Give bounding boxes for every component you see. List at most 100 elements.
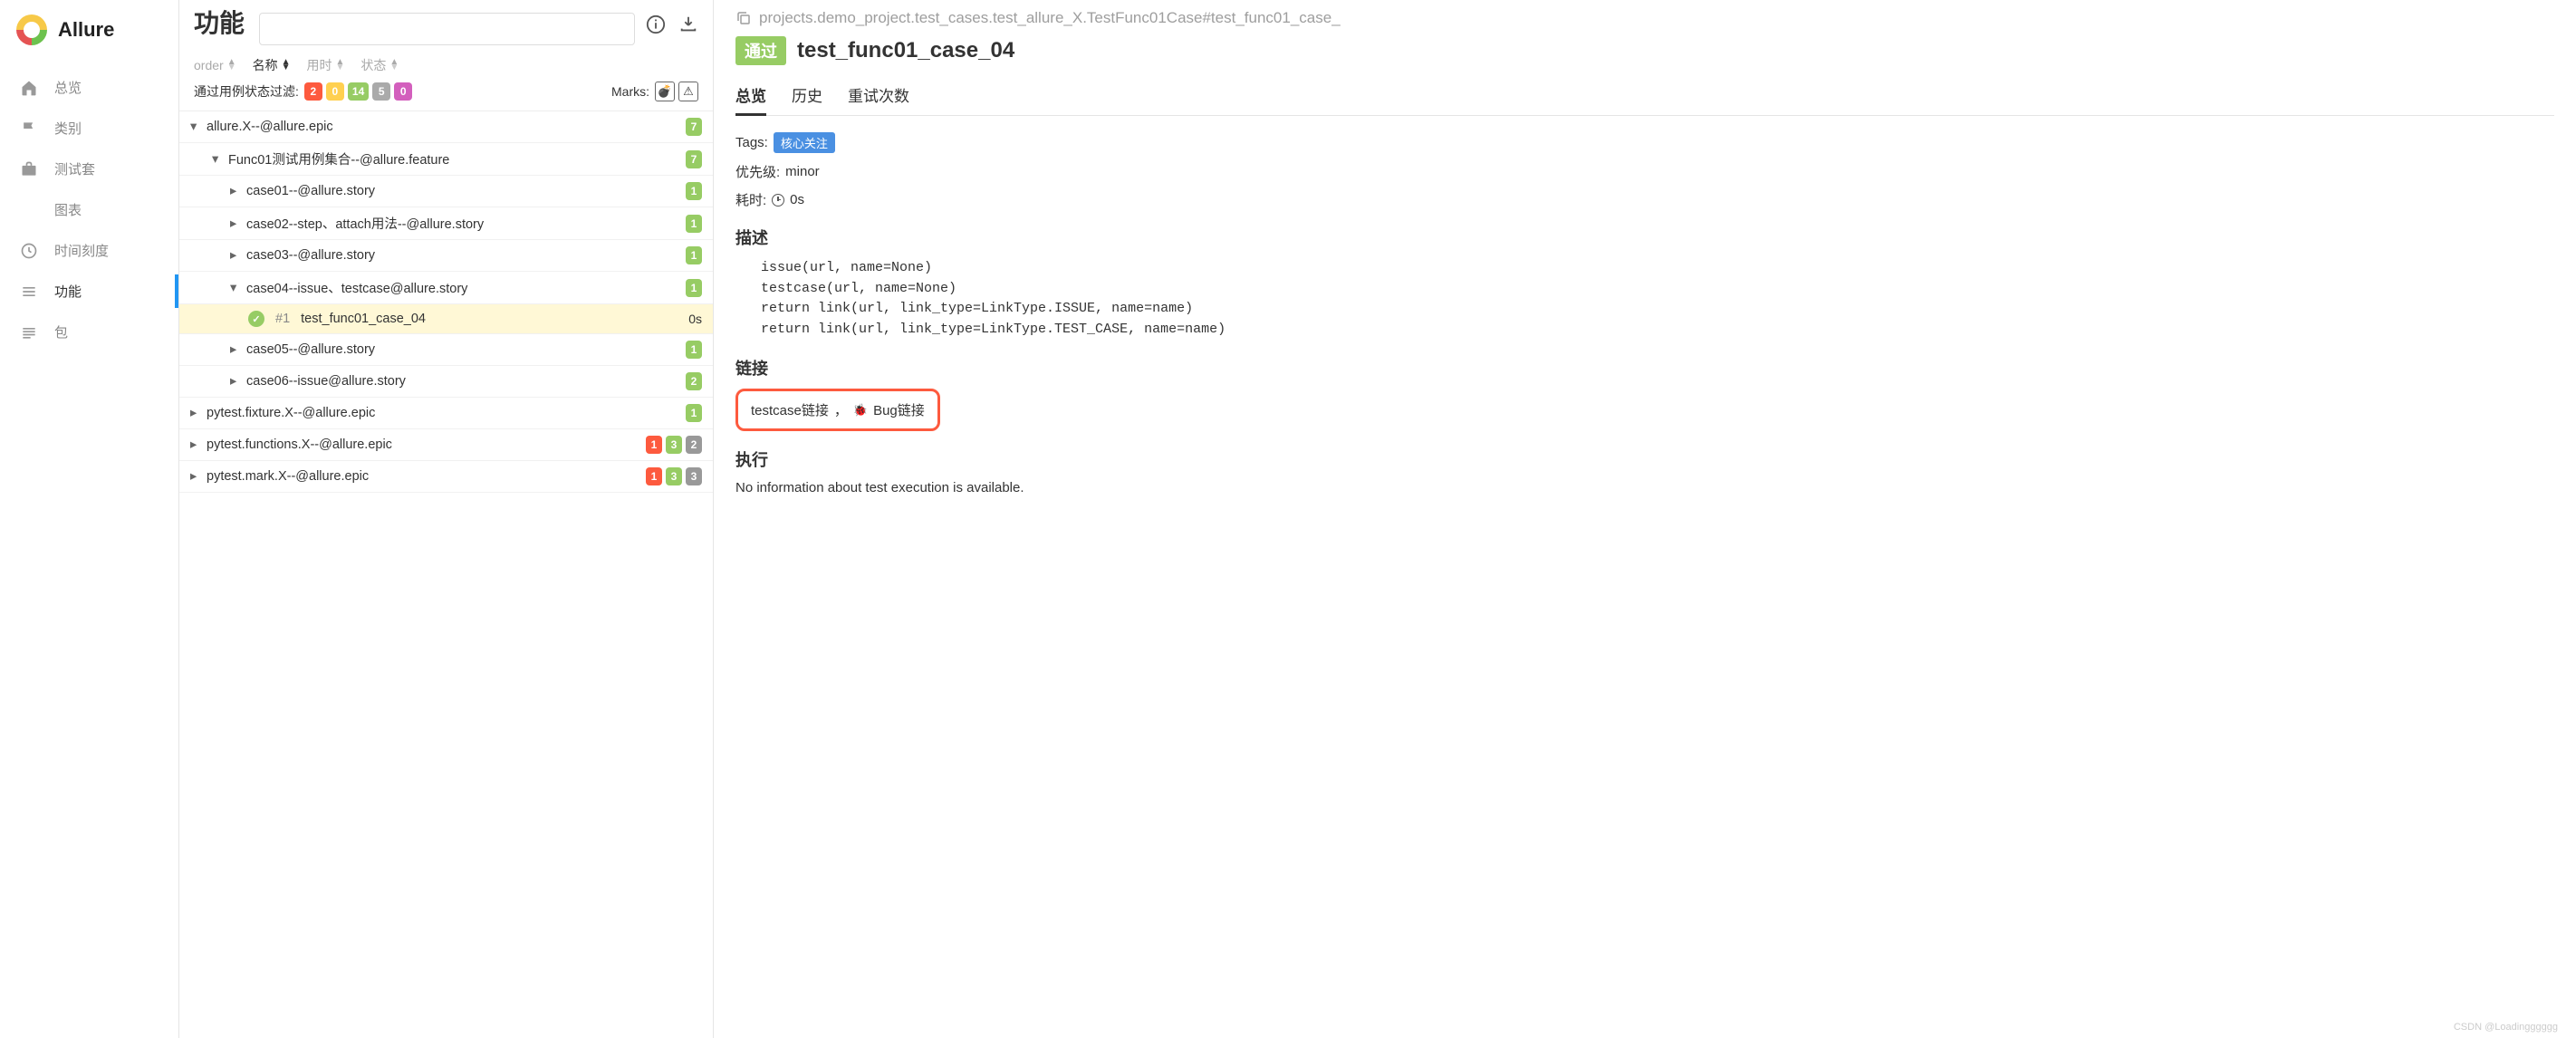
sidebar-item-briefcase[interactable]: 测试套 <box>0 149 178 189</box>
filter-badge[interactable]: 2 <box>304 82 322 101</box>
chevron-down-icon: ▾ <box>212 152 223 167</box>
copy-icon[interactable] <box>735 10 752 26</box>
tree-title: pytest.mark.X--@allure.epic <box>207 469 640 484</box>
filter-badge[interactable]: 5 <box>372 82 390 101</box>
tree-title: pytest.fixture.X--@allure.epic <box>207 406 680 420</box>
detail-tabs: 总览历史重试次数 <box>735 76 2554 116</box>
sidebar-item-label: 测试套 <box>54 159 95 178</box>
count-badge: 1 <box>646 467 662 485</box>
bug-link[interactable]: Bug链接 <box>873 400 925 419</box>
tree-node[interactable]: ▾ case04--issue、testcase@allure.story 1 <box>179 272 713 304</box>
chevron-right-icon: ▸ <box>230 374 241 389</box>
tree-node[interactable]: ▸case01--@allure.story1 <box>179 176 713 207</box>
count-badge: 1 <box>686 279 702 297</box>
count-badge: 1 <box>686 182 702 200</box>
description-code: issue(url, name=None) testcase(url, name… <box>735 258 2554 340</box>
chevron-right-icon: ▸ <box>190 406 201 420</box>
pass-icon <box>248 311 264 327</box>
sidebar: Allure 总览类别测试套图表时间刻度功能包 <box>0 0 179 1038</box>
tag-pill[interactable]: 核心关注 <box>774 132 835 153</box>
chevron-down-icon: ▾ <box>190 120 201 134</box>
sidebar-item-clock[interactable]: 时间刻度 <box>0 230 178 271</box>
count-badge: 3 <box>686 467 702 485</box>
chevron-right-icon: ▸ <box>230 248 241 263</box>
sort-arrows-icon: ▲▼ <box>389 60 399 71</box>
testcase-link[interactable]: testcase链接 <box>751 400 829 419</box>
filter-badge[interactable]: 14 <box>348 82 369 101</box>
tree-title: case06--issue@allure.story <box>246 374 680 389</box>
link-separator: ， <box>834 400 848 419</box>
tree-node[interactable]: ▸pytest.fixture.X--@allure.epic1 <box>179 398 713 429</box>
tree-title: case05--@allure.story <box>246 342 680 357</box>
search-input[interactable] <box>259 13 635 45</box>
logo-row: Allure <box>0 0 178 67</box>
sort-col-名称[interactable]: 名称▲▼ <box>253 56 291 74</box>
filter-badge[interactable]: 0 <box>394 82 412 101</box>
sidebar-item-stack[interactable]: 包 <box>0 312 178 352</box>
tree-node[interactable]: ▸ case03--@allure.story 1 <box>179 240 713 272</box>
chevron-right-icon: ▸ <box>190 437 201 452</box>
chart-icon <box>20 201 38 219</box>
tab-1[interactable]: 历史 <box>792 76 822 115</box>
duration: 0s <box>688 312 702 326</box>
tags-label: Tags: <box>735 135 768 150</box>
count-badge: 1 <box>686 246 702 264</box>
page-title: 功能 <box>194 9 248 38</box>
sidebar-item-home[interactable]: 总览 <box>0 67 178 108</box>
tree-node[interactable]: ▸pytest.mark.X--@allure.epic133 <box>179 461 713 493</box>
chevron-right-icon: ▸ <box>190 469 201 484</box>
tree-node[interactable]: ▾allure.X--@allure.epic7 <box>179 111 713 143</box>
filter-label: 通过用例状态过滤: <box>194 82 299 101</box>
tree-leaf[interactable]: #1test_func01_case_040s <box>179 304 713 334</box>
count-badge: 1 <box>646 436 662 454</box>
count-badge: 7 <box>686 150 702 168</box>
briefcase-icon <box>20 160 38 178</box>
tree-title: Func01测试用例集合--@allure.feature <box>228 149 680 168</box>
tree-title: case04--issue、testcase@allure.story <box>246 278 680 297</box>
sort-col-状态[interactable]: 状态▲▼ <box>360 56 399 74</box>
duration-label: 耗时: <box>735 190 766 209</box>
priority-label: 优先级: <box>735 162 780 181</box>
clock-icon <box>20 242 38 260</box>
chevron-right-icon: ▸ <box>230 216 241 231</box>
sidebar-item-chart[interactable]: 图表 <box>0 189 178 230</box>
marks-label: Marks: <box>611 84 649 99</box>
sort-col-用时[interactable]: 用时▲▼ <box>307 56 345 74</box>
chevron-down-icon: ▾ <box>230 281 241 295</box>
sidebar-item-label: 总览 <box>54 78 82 97</box>
tree-node[interactable]: ▸pytest.functions.X--@allure.epic132 <box>179 429 713 461</box>
tree-title: case02--step、attach用法--@allure.story <box>246 214 680 233</box>
sort-arrows-icon: ▲▼ <box>336 60 345 71</box>
info-icon[interactable] <box>646 14 666 37</box>
tree-node[interactable]: ▸case05--@allure.story1 <box>179 334 713 366</box>
sidebar-item-flag[interactable]: 类别 <box>0 108 178 149</box>
sidebar-item-label: 包 <box>54 322 68 341</box>
tree-node[interactable]: ▾ Func01测试用例集合--@allure.feature 7 <box>179 143 713 176</box>
tree-title: test_func01_case_04 <box>301 312 683 326</box>
sidebar-item-list[interactable]: 功能 <box>0 271 178 312</box>
breadcrumb: projects.demo_project.test_cases.test_al… <box>735 9 2554 27</box>
flag-icon <box>20 120 38 138</box>
filter-badge[interactable]: 0 <box>326 82 344 101</box>
mark-bomb-icon[interactable]: 💣 <box>655 82 675 101</box>
mark-warning-icon[interactable]: ⚠ <box>678 82 698 101</box>
tab-2[interactable]: 重试次数 <box>848 76 909 115</box>
tree-node[interactable]: ▸case02--step、attach用法--@allure.story1 <box>179 207 713 240</box>
download-icon[interactable] <box>678 14 698 37</box>
tree-node[interactable]: ▸case06--issue@allure.story2 <box>179 366 713 398</box>
sort-col-order[interactable]: order▲▼ <box>194 58 236 72</box>
chevron-right-icon: ▸ <box>230 342 241 357</box>
sidebar-item-label: 时间刻度 <box>54 241 109 260</box>
case-title: test_func01_case_04 <box>797 38 1014 63</box>
sort-arrows-icon: ▲▼ <box>282 60 291 71</box>
exec-heading: 执行 <box>735 447 2554 471</box>
count-badge: 3 <box>666 436 682 454</box>
tree-title: case03--@allure.story <box>246 248 680 263</box>
detail-pane: projects.demo_project.test_cases.test_al… <box>714 0 2576 1038</box>
sidebar-item-label: 功能 <box>54 282 82 301</box>
sort-arrows-icon: ▲▼ <box>227 60 236 71</box>
exec-text: No information about test execution is a… <box>735 480 2554 495</box>
allure-logo-icon <box>16 14 47 45</box>
description-heading: 描述 <box>735 226 2554 249</box>
tab-0[interactable]: 总览 <box>735 76 766 115</box>
